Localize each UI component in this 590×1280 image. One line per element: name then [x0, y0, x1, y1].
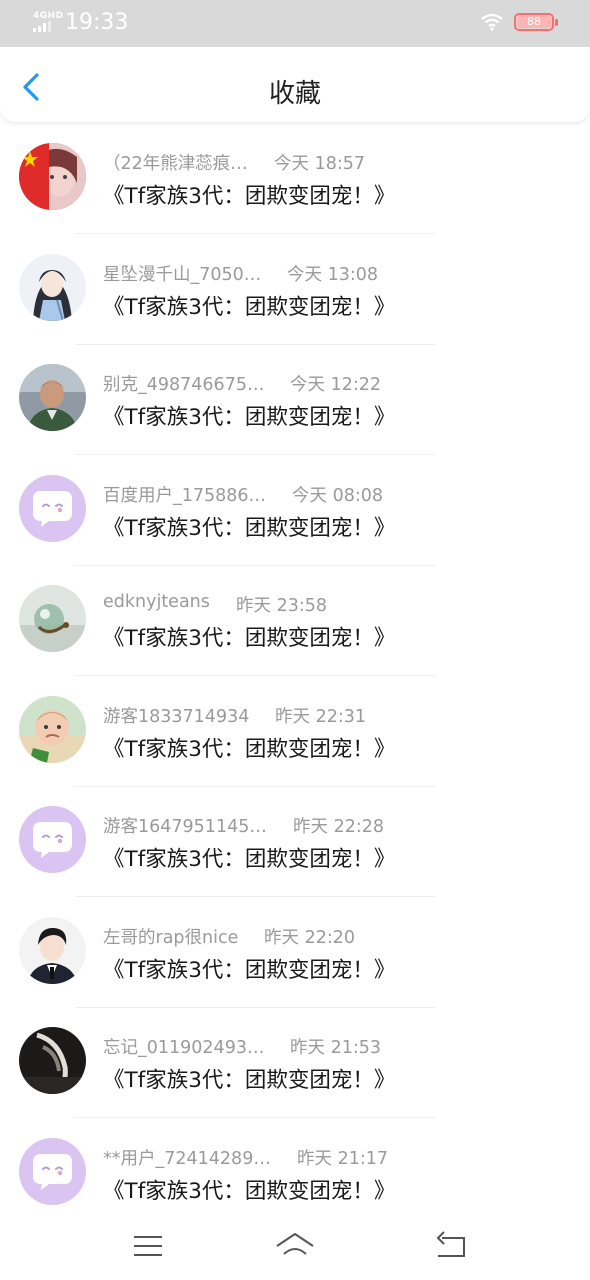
user-name: 别克_498746675…	[103, 375, 265, 395]
wifi-icon	[481, 13, 503, 31]
user-name: 忘记_011902493…	[103, 1038, 265, 1058]
system-nav-bar	[0, 1214, 590, 1280]
return-icon[interactable]	[430, 1230, 470, 1262]
avatar[interactable]	[19, 585, 86, 652]
item-time: 昨天 22:20	[264, 927, 355, 948]
user-name: **用户_72414289…	[103, 1148, 271, 1169]
book-title[interactable]: 《Tf家族3代：团欺变团宠！》	[103, 179, 395, 210]
item-time: 昨天 23:58	[236, 596, 327, 616]
avatar[interactable]	[19, 1137, 86, 1205]
avatar[interactable]	[19, 474, 86, 542]
screen: 4GHD 19:33 88 收藏 （22年熊津蕊痕… 今天 18:57 《Tf家族3…	[0, 0, 590, 1280]
book-title[interactable]: 《Tf家族3代：团欺变团宠！》	[103, 1063, 395, 1094]
book-title[interactable]: 《Tf家族3代：团欺变团宠！》	[103, 621, 395, 652]
battery-icon: 88	[514, 13, 554, 31]
avatar[interactable]	[19, 1027, 86, 1094]
user-name: （22年熊津蕊痕…	[103, 154, 248, 174]
battery-level: 88	[527, 15, 541, 28]
user-name: 游客1833714934	[103, 706, 250, 727]
item-time: 昨天 21:17	[297, 1148, 388, 1169]
book-title[interactable]: 《Tf家族3代：团欺变团宠！》	[103, 842, 395, 873]
battery-cap	[555, 19, 558, 26]
book-title[interactable]: 《Tf家族3代：团欺变团宠！》	[103, 400, 395, 431]
user-name: 游客1647951145…	[103, 817, 267, 837]
favorite-item[interactable]: 百度用户_175886… 今天 08:08 《Tf家族3代：团欺变团宠！》	[0, 456, 590, 567]
network-type-label: 4GHD	[33, 11, 64, 21]
favorites-list: （22年熊津蕊痕… 今天 18:57 《Tf家族3代：团欺变团宠！》 星坠漫千山_70…	[0, 124, 590, 1229]
item-time: 今天 12:22	[290, 375, 381, 395]
user-name: 星坠漫千山_7050…	[103, 264, 262, 285]
favorite-item[interactable]: 别克_498746675… 今天 12:22 《Tf家族3代：团欺变团宠！》	[0, 345, 590, 456]
favorite-item[interactable]: 忘记_011902493… 昨天 21:53 《Tf家族3代：团欺变团宠！》	[0, 1008, 590, 1119]
favorite-item[interactable]: 星坠漫千山_7050… 今天 13:08 《Tf家族3代：团欺变团宠！》	[0, 235, 590, 346]
avatar[interactable]	[19, 916, 86, 984]
user-name: 百度用户_175886…	[103, 485, 267, 506]
avatar[interactable]	[19, 143, 86, 210]
item-time: 昨天 21:53	[290, 1038, 381, 1058]
favorite-item[interactable]: 左哥的rap很nice 昨天 22:20 《Tf家族3代：团欺变团宠！》	[0, 898, 590, 1009]
page-title: 收藏	[268, 79, 321, 109]
signal-icon	[33, 21, 53, 32]
book-title[interactable]: 《Tf家族3代：团欺变团宠！》	[103, 1174, 395, 1205]
avatar[interactable]	[19, 695, 86, 763]
item-time: 昨天 22:28	[293, 817, 384, 837]
book-title[interactable]: 《Tf家族3代：团欺变团宠！》	[103, 290, 395, 321]
book-title[interactable]: 《Tf家族3代：团欺变团宠！》	[103, 511, 395, 542]
avatar[interactable]	[19, 364, 86, 431]
item-time: 昨天 22:31	[275, 706, 366, 727]
avatar[interactable]	[19, 806, 86, 873]
favorite-item[interactable]: 游客1833714934 昨天 22:31 《Tf家族3代：团欺变团宠！》	[0, 677, 590, 788]
favorite-item[interactable]: **用户_72414289… 昨天 21:17 《Tf家族3代：团欺变团宠！》	[0, 1119, 590, 1230]
top-bar: 收藏	[0, 47, 590, 123]
favorite-item[interactable]: （22年熊津蕊痕… 今天 18:57 《Tf家族3代：团欺变团宠！》	[0, 124, 590, 235]
book-title[interactable]: 《Tf家族3代：团欺变团宠！》	[103, 953, 395, 984]
item-time: 今天 18:57	[274, 154, 365, 174]
home-icon[interactable]	[275, 1230, 315, 1262]
avatar[interactable]	[19, 253, 86, 321]
item-time: 今天 13:08	[287, 264, 378, 285]
user-name: 左哥的rap很nice	[103, 927, 239, 948]
item-time: 今天 08:08	[292, 485, 383, 506]
user-name: edknyjteans	[103, 592, 210, 612]
book-title[interactable]: 《Tf家族3代：团欺变团宠！》	[103, 732, 395, 763]
menu-icon[interactable]	[128, 1230, 168, 1262]
favorite-item[interactable]: edknyjteans 昨天 23:58 《Tf家族3代：团欺变团宠！》	[0, 566, 590, 677]
status-time: 19:33	[65, 10, 129, 35]
favorite-item[interactable]: 游客1647951145… 昨天 22:28 《Tf家族3代：团欺变团宠！》	[0, 787, 590, 898]
status-bar: 4GHD 19:33 88	[0, 0, 590, 47]
